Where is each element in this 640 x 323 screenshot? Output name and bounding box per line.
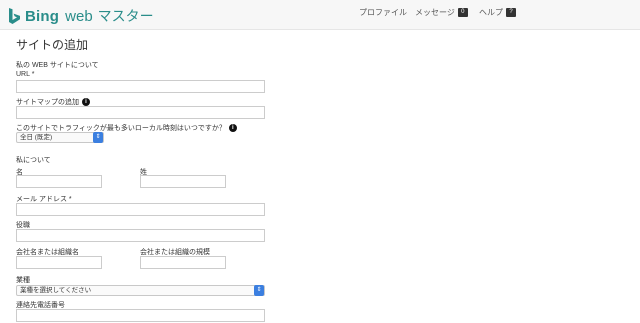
email-input[interactable] (16, 203, 265, 216)
sitemap-label: サイトマップの追加 (16, 99, 79, 106)
nav-help-label: ヘルプ (479, 8, 503, 17)
traffic-time-select[interactable]: 全日 (既定) ⇕ (16, 132, 104, 143)
url-label: URL * (16, 71, 35, 78)
messages-count-badge: 0 (457, 8, 468, 17)
top-header: Bing web マスター プロファイル メッセージ 0 ヘルプ ? (0, 0, 640, 30)
nav-help-link[interactable]: ヘルプ ? (479, 7, 516, 18)
industry-label: 業種 (16, 277, 30, 284)
traffic-time-label: このサイトでトラフィックが最も多いローカル時刻はいつですか？ (16, 125, 226, 132)
logo-brand-text: Bing (25, 7, 60, 25)
industry-select[interactable]: 業種を選択してください ⇕ (16, 285, 265, 296)
nav-messages-label: メッセージ (415, 8, 455, 17)
help-question-badge: ? (506, 8, 516, 17)
nav-messages-link[interactable]: メッセージ 0 (415, 7, 468, 18)
bing-logo-icon (9, 7, 20, 24)
bing-webmaster-logo[interactable]: Bing web マスター (8, 6, 154, 26)
first-name-input[interactable] (16, 175, 102, 188)
nav-profile-link[interactable]: プロファイル (359, 7, 407, 18)
select-arrows-icon: ⇕ (254, 285, 264, 296)
nav-profile-label: プロファイル (359, 8, 407, 17)
traffic-time-select-value: 全日 (既定) (20, 134, 53, 141)
my-site-heading: 私の WEB サイトについて (16, 62, 99, 69)
last-name-input[interactable] (140, 175, 226, 188)
job-title-input[interactable] (16, 229, 265, 242)
url-input[interactable] (16, 80, 265, 93)
select-arrows-icon: ⇕ (93, 132, 103, 143)
sitemap-info-icon[interactable]: i (82, 98, 90, 107)
phone-input[interactable] (16, 309, 265, 322)
page-title: サイトの追加 (16, 38, 89, 52)
logo-web-text: web (65, 7, 93, 25)
company-size-input[interactable] (140, 256, 226, 269)
company-input[interactable] (16, 256, 102, 269)
logo-master-text: マスター (97, 8, 154, 24)
traffic-info-icon[interactable]: i (228, 124, 237, 133)
industry-select-value: 業種を選択してください (20, 287, 92, 294)
about-me-heading: 私について (16, 157, 51, 164)
sitemap-input[interactable] (16, 106, 265, 119)
